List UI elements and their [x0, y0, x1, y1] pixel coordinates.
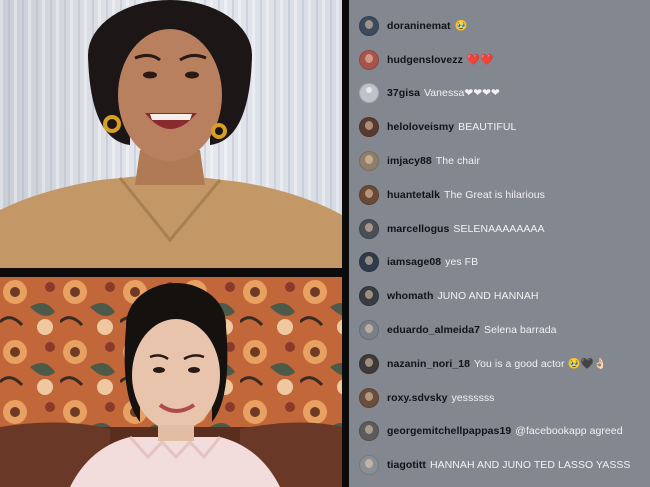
avatar-silhouette-icon	[365, 357, 373, 367]
comment-username[interactable]: huantetalk	[387, 189, 440, 201]
comment-message: The chair	[435, 155, 480, 168]
comment-row: 37gisa Vanessa❤❤❤❤	[349, 77, 650, 111]
user-avatar[interactable]	[359, 117, 379, 138]
comment-message: The Great is hilarious	[444, 188, 545, 201]
comment-username[interactable]: georgemitchellpappas19	[387, 425, 511, 437]
user-avatar[interactable]	[359, 15, 379, 36]
comment-username[interactable]: imjacy88	[387, 155, 432, 167]
avatar-silhouette-icon	[366, 87, 372, 94]
user-avatar[interactable]	[359, 421, 379, 442]
comment-text: whomath JUNO AND HANNAH	[387, 290, 539, 302]
user-avatar[interactable]	[359, 184, 379, 205]
comment-text: eduardo_almeida7 Selena barrada	[387, 324, 557, 336]
comment-row: heloloveismy BEAUTIFUL	[349, 110, 650, 144]
comment-message: 🥹	[454, 20, 468, 33]
comment-username[interactable]: heloloveismy	[387, 121, 454, 133]
comment-message: You is a good actor 🥹🖤👌🏻	[474, 358, 607, 371]
comment-message: BEAUTIFUL	[458, 121, 517, 134]
avatar-silhouette-icon	[365, 222, 373, 232]
guest-video-frame	[0, 0, 342, 268]
avatar-silhouette-icon	[365, 53, 373, 63]
comment-username[interactable]: iamsage08	[387, 256, 441, 268]
user-avatar[interactable]	[359, 49, 379, 70]
guest-video-feed	[0, 0, 342, 268]
comment-text: 37gisa Vanessa❤❤❤❤	[387, 87, 500, 99]
comment-text: imjacy88 The chair	[387, 155, 480, 167]
user-avatar[interactable]	[359, 320, 379, 341]
comment-text: tiagotitt HANNAH AND JUNO TED LASSO YASSS	[387, 459, 630, 471]
comment-username[interactable]: eduardo_almeida7	[387, 324, 480, 336]
comment-username[interactable]: roxy.sdvsky	[387, 392, 447, 404]
user-avatar[interactable]	[359, 218, 379, 239]
user-avatar[interactable]	[359, 455, 379, 476]
comment-text: huantetalk The Great is hilarious	[387, 189, 545, 201]
user-avatar[interactable]	[359, 387, 379, 408]
avatar-silhouette-icon	[365, 324, 373, 334]
comment-text: nazanin_nori_18 You is a good actor 🥹🖤👌🏻	[387, 357, 607, 370]
comment-row: marcellogus SELENAAAAAAAA	[349, 212, 650, 246]
comment-text: heloloveismy BEAUTIFUL	[387, 121, 516, 133]
comment-text: iamsage08 yes FB	[387, 256, 478, 268]
comment-username[interactable]: nazanin_nori_18	[387, 358, 470, 370]
comment-username[interactable]: tiagotitt	[387, 459, 426, 471]
comment-message: ❤️❤️	[466, 54, 494, 67]
comment-row: huantetalk The Great is hilarious	[349, 178, 650, 212]
comment-row: doraninemat 🥹	[349, 9, 650, 43]
avatar-silhouette-icon	[365, 391, 373, 401]
avatar-silhouette-icon	[365, 425, 373, 435]
comment-row: roxy.sdvsky yessssss	[349, 381, 650, 415]
user-avatar[interactable]	[359, 353, 379, 374]
comment-row: whomath JUNO AND HANNAH	[349, 279, 650, 313]
comment-message: HANNAH AND JUNO TED LASSO YASSS	[429, 459, 631, 472]
comment-username[interactable]: 37gisa	[387, 87, 420, 99]
video-divider	[0, 268, 348, 277]
comment-username[interactable]: marcellogus	[387, 223, 449, 235]
avatar-silhouette-icon	[365, 188, 373, 198]
comment-message: SELENAAAAAAAA	[453, 222, 545, 235]
comment-row: georgemitchellpappas19 @facebookapp agree…	[349, 415, 650, 449]
comment-text: marcellogus SELENAAAAAAAA	[387, 223, 545, 235]
avatar-silhouette-icon	[365, 290, 373, 300]
comment-message: yessssss	[451, 391, 495, 404]
comment-list: doraninemat 🥹 hudgenslovezz ❤️❤️ 37gisa Vanes…	[349, 9, 650, 482]
user-avatar[interactable]	[359, 286, 379, 307]
comment-username[interactable]: whomath	[387, 290, 433, 302]
user-avatar[interactable]	[359, 83, 379, 104]
comment-message: @facebookapp agreed	[515, 425, 623, 438]
comments-top-fade	[349, 0, 650, 8]
comment-row: tiagotitt HANNAH AND JUNO TED LASSO YASSS	[349, 448, 650, 482]
comment-row: imjacy88 The chair	[349, 144, 650, 178]
avatar-silhouette-icon	[365, 459, 373, 469]
comment-row: eduardo_almeida7 Selena barrada	[349, 313, 650, 347]
comment-username[interactable]: hudgenslovezz	[387, 54, 463, 66]
host-video-feed	[0, 277, 342, 487]
comment-message: yes FB	[445, 256, 479, 269]
host-video-frame	[0, 277, 342, 487]
avatar-silhouette-icon	[365, 256, 373, 266]
video-area	[0, 0, 348, 487]
comment-username[interactable]: doraninemat	[387, 20, 451, 32]
avatar-silhouette-icon	[365, 121, 373, 131]
avatar-silhouette-icon	[365, 19, 373, 29]
comment-text: hudgenslovezz ❤️❤️	[387, 53, 493, 66]
comment-text: georgemitchellpappas19 @facebookapp agree…	[387, 425, 623, 437]
avatar-silhouette-icon	[365, 155, 373, 165]
user-avatar[interactable]	[359, 252, 379, 273]
user-avatar[interactable]	[359, 151, 379, 172]
comment-message: JUNO AND HANNAH	[437, 290, 539, 303]
comment-text: roxy.sdvsky yessssss	[387, 392, 494, 404]
comment-message: Selena barrada	[484, 324, 557, 337]
comment-row: hudgenslovezz ❤️❤️	[349, 43, 650, 77]
comment-row: nazanin_nori_18 You is a good actor 🥹🖤👌🏻	[349, 347, 650, 381]
live-comments-panel[interactable]: doraninemat 🥹 hudgenslovezz ❤️❤️ 37gisa Vanes…	[349, 0, 650, 487]
comment-text: doraninemat 🥹	[387, 19, 468, 32]
comment-message: Vanessa❤❤❤❤	[424, 87, 500, 100]
comment-row: iamsage08 yes FB	[349, 246, 650, 280]
